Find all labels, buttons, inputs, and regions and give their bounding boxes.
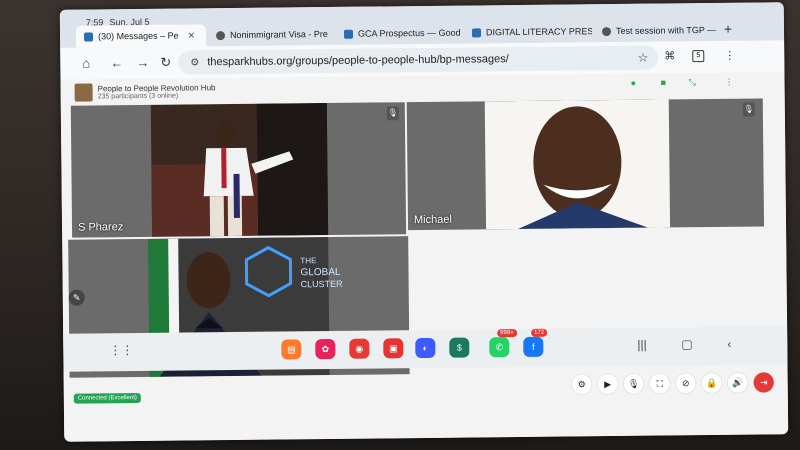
group-avatar <box>74 83 93 102</box>
microphone-icon[interactable]: 🎙 <box>623 373 644 394</box>
facebook-badge: 172 <box>531 328 548 337</box>
mic-muted-icon: 🎙 <box>742 102 755 117</box>
url-text: thesparkhubs.org/groups/people-to-people… <box>207 53 509 69</box>
favicon-icon <box>215 30 226 40</box>
facebook-app-icon[interactable]: f 172 <box>523 328 548 357</box>
back-nav-icon[interactable]: ‹ <box>727 337 731 351</box>
site-info-icon[interactable]: ⚙ <box>190 57 199 68</box>
close-icon[interactable]: ✕ <box>188 30 196 41</box>
whatsapp-app-icon[interactable]: ✆ 999+ <box>489 329 517 358</box>
video-tile-michael[interactable]: 🎙 Michael <box>406 98 765 231</box>
notes-app-icon[interactable]: ▣ <box>383 338 404 359</box>
fullscreen-icon[interactable]: ⛶ <box>649 373 670 394</box>
options-icon[interactable]: ⋮ <box>724 77 733 88</box>
camera-app-icon[interactable]: ◉ <box>349 338 370 359</box>
video-tile-s-pharez[interactable]: 🎙 S Pharez <box>70 102 407 238</box>
android-taskbar: ⋮⋮ ▤ ✿ ◉ ▣ ◐ $ ✆ 999+ f 172 ||| ▢ ‹ <box>63 326 788 372</box>
lock-icon[interactable]: 🔒 <box>701 372 722 394</box>
overlay-text-line1: THE <box>300 256 316 265</box>
participant-name: Michael <box>413 213 452 227</box>
chat-icon[interactable]: ● <box>631 78 637 88</box>
tab-label: DIGITAL LITERACY PRES <box>485 26 593 38</box>
back-icon[interactable]: ← <box>110 55 123 70</box>
tab-messages[interactable]: (30) Messages – Pe ✕ <box>75 24 207 48</box>
more-menu-icon[interactable]: ⋮ <box>724 49 735 62</box>
overlay-text-line2: GLOBAL <box>300 267 341 278</box>
tab-test-session[interactable]: Test session with TGP — ✕ <box>593 18 723 43</box>
files-app-icon[interactable]: ▤ <box>281 339 302 360</box>
minimize-icon[interactable]: ⤡ <box>688 77 695 88</box>
translate-icon[interactable]: ⌘ <box>664 49 675 62</box>
settings-icon[interactable]: ⚙ <box>571 374 592 395</box>
money-app-icon[interactable]: $ <box>449 337 470 358</box>
pencil-icon[interactable]: ✎ <box>68 289 85 306</box>
reload-icon[interactable]: ↻ <box>160 55 171 71</box>
tab-label: Nonimmigrant Visa - Pre <box>229 28 328 41</box>
tab-label: (30) Messages – Pe <box>97 30 179 42</box>
home-nav-icon[interactable]: ▢ <box>681 337 692 351</box>
leave-call-button[interactable]: ⇥ <box>753 372 774 393</box>
michael-video <box>484 99 671 230</box>
tab-gca[interactable]: GCA Prospectus — Good ✕ <box>335 21 463 45</box>
flower-app-icon[interactable]: ✿ <box>315 338 336 360</box>
page-content: People to People Revolution Hub 235 part… <box>60 72 789 442</box>
app-drawer-icon[interactable]: ⋮⋮ <box>109 343 133 357</box>
camera-icon[interactable]: ▶ <box>597 373 618 395</box>
tab-label: Test session with TGP — <box>615 24 717 36</box>
whatsapp-badge: 999+ <box>497 329 517 338</box>
mic-muted-icon: 🎙 <box>386 106 399 121</box>
forward-icon[interactable]: → <box>136 55 149 70</box>
internet-app-icon[interactable]: ◐ <box>415 337 436 359</box>
address-bar[interactable]: ⚙ thesparkhubs.org/groups/people-to-peop… <box>178 45 659 75</box>
bookmark-star-icon[interactable]: ☆ <box>637 51 648 65</box>
participant-name: S Pharez <box>77 221 124 234</box>
favicon-icon <box>343 29 354 39</box>
home-icon[interactable]: ⌂ <box>82 55 90 70</box>
speaker-icon[interactable]: 🔊 <box>727 372 748 393</box>
favicon-icon <box>471 27 482 37</box>
recents-icon[interactable]: ||| <box>637 338 647 352</box>
connection-status: Connected (Excellent) <box>73 392 141 404</box>
participant-count: 235 participants (3 online) <box>97 92 179 101</box>
favicon-icon <box>83 31 94 42</box>
speaker-video <box>150 103 329 237</box>
tab-count-icon[interactable]: 5 <box>692 50 705 63</box>
favicon-icon <box>601 26 612 36</box>
tab-label: GCA Prospectus — Good <box>357 27 461 39</box>
tablet-screen: 7:59 Sun, Jul 5 (30) Messages – Pe ✕ Non… <box>59 2 789 442</box>
overlay-text-line3: CLUSTER <box>301 279 344 289</box>
video-off-icon[interactable]: ⊘ <box>675 373 696 394</box>
call-controls: ⚙ ▶ 🎙 ⛶ ⊘ 🔒 🔊 ⇥ <box>571 372 774 395</box>
new-tab-icon[interactable]: + <box>724 21 732 37</box>
message-icon[interactable]: ■ <box>660 77 666 87</box>
group-header: People to People Revolution Hub 235 part… <box>74 80 216 103</box>
tab-digital-literacy[interactable]: DIGITAL LITERACY PRES ✕ <box>463 20 593 44</box>
tab-visa[interactable]: Nonimmigrant Visa - Pre ✕ <box>207 22 335 47</box>
